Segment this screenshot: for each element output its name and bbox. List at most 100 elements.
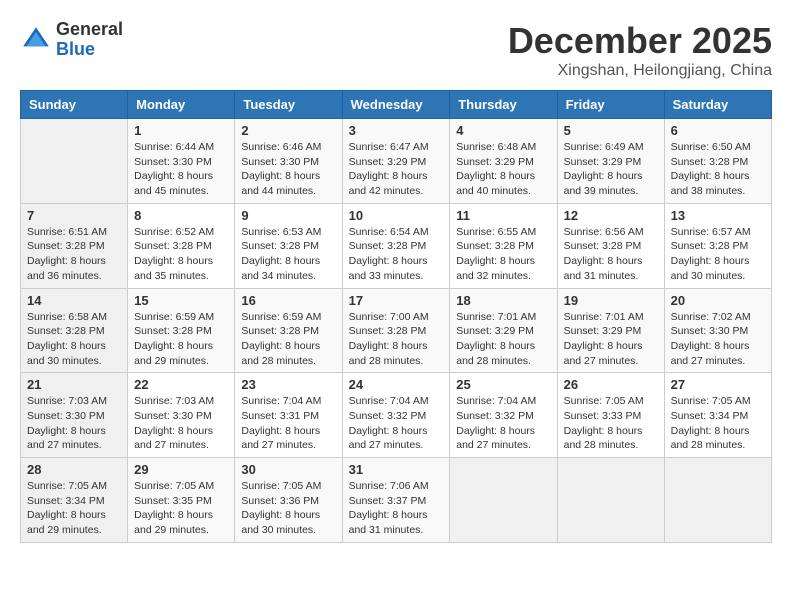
page-header: General Blue December 2025 Xingshan, Hei… (20, 20, 772, 80)
calendar-cell: 11 Sunrise: 6:55 AM Sunset: 3:28 PM Dayli… (450, 203, 557, 288)
title-area: December 2025 Xingshan, Heilongjiang, Ch… (508, 20, 772, 80)
day-info: Sunrise: 6:56 AM Sunset: 3:28 PM Dayligh… (564, 225, 658, 284)
day-info: Sunrise: 6:51 AM Sunset: 3:28 PM Dayligh… (27, 225, 121, 284)
day-number: 30 (241, 462, 335, 477)
day-number: 9 (241, 208, 335, 223)
calendar-cell (450, 458, 557, 543)
calendar-cell: 24 Sunrise: 7:04 AM Sunset: 3:32 PM Dayli… (342, 373, 450, 458)
day-number: 31 (349, 462, 444, 477)
day-info: Sunrise: 6:50 AM Sunset: 3:28 PM Dayligh… (671, 140, 765, 199)
day-number: 16 (241, 293, 335, 308)
location-subtitle: Xingshan, Heilongjiang, China (508, 62, 772, 80)
day-info: Sunrise: 7:05 AM Sunset: 3:33 PM Dayligh… (564, 394, 658, 453)
calendar-cell: 29 Sunrise: 7:05 AM Sunset: 3:35 PM Dayli… (128, 458, 235, 543)
calendar-cell (664, 458, 771, 543)
day-number: 15 (134, 293, 228, 308)
day-info: Sunrise: 7:00 AM Sunset: 3:28 PM Dayligh… (349, 310, 444, 369)
calendar-cell: 19Sunrise: 7:01 AM Sunset: 3:29 PM Dayli… (557, 288, 664, 373)
calendar-cell: 6 Sunrise: 6:50 AM Sunset: 3:28 PM Daylig… (664, 119, 771, 204)
calendar-cell: 3 Sunrise: 6:47 AM Sunset: 3:29 PM Daylig… (342, 119, 450, 204)
calendar-cell: 27 Sunrise: 7:05 AM Sunset: 3:34 PM Dayli… (664, 373, 771, 458)
calendar-week-row: 1Sunrise: 6:44 AM Sunset: 3:30 PM Daylig… (21, 119, 772, 204)
calendar-cell: 17 Sunrise: 7:00 AM Sunset: 3:28 PM Dayli… (342, 288, 450, 373)
day-info: Sunrise: 6:47 AM Sunset: 3:29 PM Dayligh… (349, 140, 444, 199)
day-number: 4 (456, 123, 550, 138)
month-title: December 2025 (508, 20, 772, 62)
logo-text: General Blue (56, 20, 123, 60)
day-info: Sunrise: 7:02 AM Sunset: 3:30 PM Dayligh… (671, 310, 765, 369)
day-info: Sunrise: 7:06 AM Sunset: 3:37 PM Dayligh… (349, 479, 444, 538)
calendar-cell (557, 458, 664, 543)
day-info: Sunrise: 6:48 AM Sunset: 3:29 PM Dayligh… (456, 140, 550, 199)
day-info: Sunrise: 7:03 AM Sunset: 3:30 PM Dayligh… (134, 394, 228, 453)
logo: General Blue (20, 20, 123, 60)
calendar-cell: 4 Sunrise: 6:48 AM Sunset: 3:29 PM Daylig… (450, 119, 557, 204)
calendar-week-row: 28Sunrise: 7:05 AM Sunset: 3:34 PM Dayli… (21, 458, 772, 543)
day-info: Sunrise: 7:04 AM Sunset: 3:31 PM Dayligh… (241, 394, 335, 453)
day-number: 6 (671, 123, 765, 138)
day-number: 27 (671, 377, 765, 392)
day-number: 5 (564, 123, 658, 138)
day-number: 19 (564, 293, 658, 308)
weekday-header-friday: Friday (557, 91, 664, 119)
day-info: Sunrise: 6:46 AM Sunset: 3:30 PM Dayligh… (241, 140, 335, 199)
calendar-cell (21, 119, 128, 204)
calendar-cell: 10Sunrise: 6:54 AM Sunset: 3:28 PM Dayli… (342, 203, 450, 288)
calendar-week-row: 21 Sunrise: 7:03 AM Sunset: 3:30 PM Dayli… (21, 373, 772, 458)
calendar-cell: 7 Sunrise: 6:51 AM Sunset: 3:28 PM Daylig… (21, 203, 128, 288)
calendar-cell: 18Sunrise: 7:01 AM Sunset: 3:29 PM Dayli… (450, 288, 557, 373)
day-info: Sunrise: 7:04 AM Sunset: 3:32 PM Dayligh… (349, 394, 444, 453)
day-number: 23 (241, 377, 335, 392)
day-info: Sunrise: 7:05 AM Sunset: 3:34 PM Dayligh… (671, 394, 765, 453)
day-number: 17 (349, 293, 444, 308)
day-info: Sunrise: 7:05 AM Sunset: 3:35 PM Dayligh… (134, 479, 228, 538)
day-number: 21 (27, 377, 121, 392)
weekday-header-thursday: Thursday (450, 91, 557, 119)
day-number: 12 (564, 208, 658, 223)
day-info: Sunrise: 6:57 AM Sunset: 3:28 PM Dayligh… (671, 225, 765, 284)
day-number: 24 (349, 377, 444, 392)
weekday-header-row: SundayMondayTuesdayWednesdayThursdayFrid… (21, 91, 772, 119)
calendar-cell: 15 Sunrise: 6:59 AM Sunset: 3:28 PM Dayli… (128, 288, 235, 373)
calendar-cell: 25Sunrise: 7:04 AM Sunset: 3:32 PM Dayli… (450, 373, 557, 458)
day-number: 25 (456, 377, 550, 392)
weekday-header-saturday: Saturday (664, 91, 771, 119)
day-info: Sunrise: 6:52 AM Sunset: 3:28 PM Dayligh… (134, 225, 228, 284)
day-number: 3 (349, 123, 444, 138)
day-info: Sunrise: 7:03 AM Sunset: 3:30 PM Dayligh… (27, 394, 121, 453)
calendar-table: SundayMondayTuesdayWednesdayThursdayFrid… (20, 90, 772, 543)
calendar-cell: 14Sunrise: 6:58 AM Sunset: 3:28 PM Dayli… (21, 288, 128, 373)
calendar-cell: 8 Sunrise: 6:52 AM Sunset: 3:28 PM Daylig… (128, 203, 235, 288)
day-info: Sunrise: 6:59 AM Sunset: 3:28 PM Dayligh… (241, 310, 335, 369)
calendar-week-row: 14Sunrise: 6:58 AM Sunset: 3:28 PM Dayli… (21, 288, 772, 373)
day-number: 28 (27, 462, 121, 477)
day-info: Sunrise: 7:05 AM Sunset: 3:36 PM Dayligh… (241, 479, 335, 538)
day-info: Sunrise: 6:44 AM Sunset: 3:30 PM Dayligh… (134, 140, 228, 199)
day-info: Sunrise: 6:55 AM Sunset: 3:28 PM Dayligh… (456, 225, 550, 284)
calendar-cell: 12 Sunrise: 6:56 AM Sunset: 3:28 PM Dayli… (557, 203, 664, 288)
calendar-cell: 30 Sunrise: 7:05 AM Sunset: 3:36 PM Dayli… (235, 458, 342, 543)
day-number: 18 (456, 293, 550, 308)
day-number: 2 (241, 123, 335, 138)
day-number: 7 (27, 208, 121, 223)
calendar-week-row: 7 Sunrise: 6:51 AM Sunset: 3:28 PM Daylig… (21, 203, 772, 288)
day-number: 14 (27, 293, 121, 308)
calendar-cell: 5Sunrise: 6:49 AM Sunset: 3:29 PM Daylig… (557, 119, 664, 204)
calendar-cell: 21 Sunrise: 7:03 AM Sunset: 3:30 PM Dayli… (21, 373, 128, 458)
calendar-cell: 20 Sunrise: 7:02 AM Sunset: 3:30 PM Dayli… (664, 288, 771, 373)
day-number: 13 (671, 208, 765, 223)
day-number: 29 (134, 462, 228, 477)
day-number: 22 (134, 377, 228, 392)
day-info: Sunrise: 6:53 AM Sunset: 3:28 PM Dayligh… (241, 225, 335, 284)
day-number: 20 (671, 293, 765, 308)
calendar-cell: 13 Sunrise: 6:57 AM Sunset: 3:28 PM Dayli… (664, 203, 771, 288)
weekday-header-monday: Monday (128, 91, 235, 119)
day-info: Sunrise: 6:54 AM Sunset: 3:28 PM Dayligh… (349, 225, 444, 284)
day-number: 8 (134, 208, 228, 223)
calendar-cell: 2 Sunrise: 6:46 AM Sunset: 3:30 PM Daylig… (235, 119, 342, 204)
day-info: Sunrise: 6:59 AM Sunset: 3:28 PM Dayligh… (134, 310, 228, 369)
day-number: 11 (456, 208, 550, 223)
calendar-cell: 23 Sunrise: 7:04 AM Sunset: 3:31 PM Dayli… (235, 373, 342, 458)
calendar-cell: 16 Sunrise: 6:59 AM Sunset: 3:28 PM Dayli… (235, 288, 342, 373)
day-number: 26 (564, 377, 658, 392)
